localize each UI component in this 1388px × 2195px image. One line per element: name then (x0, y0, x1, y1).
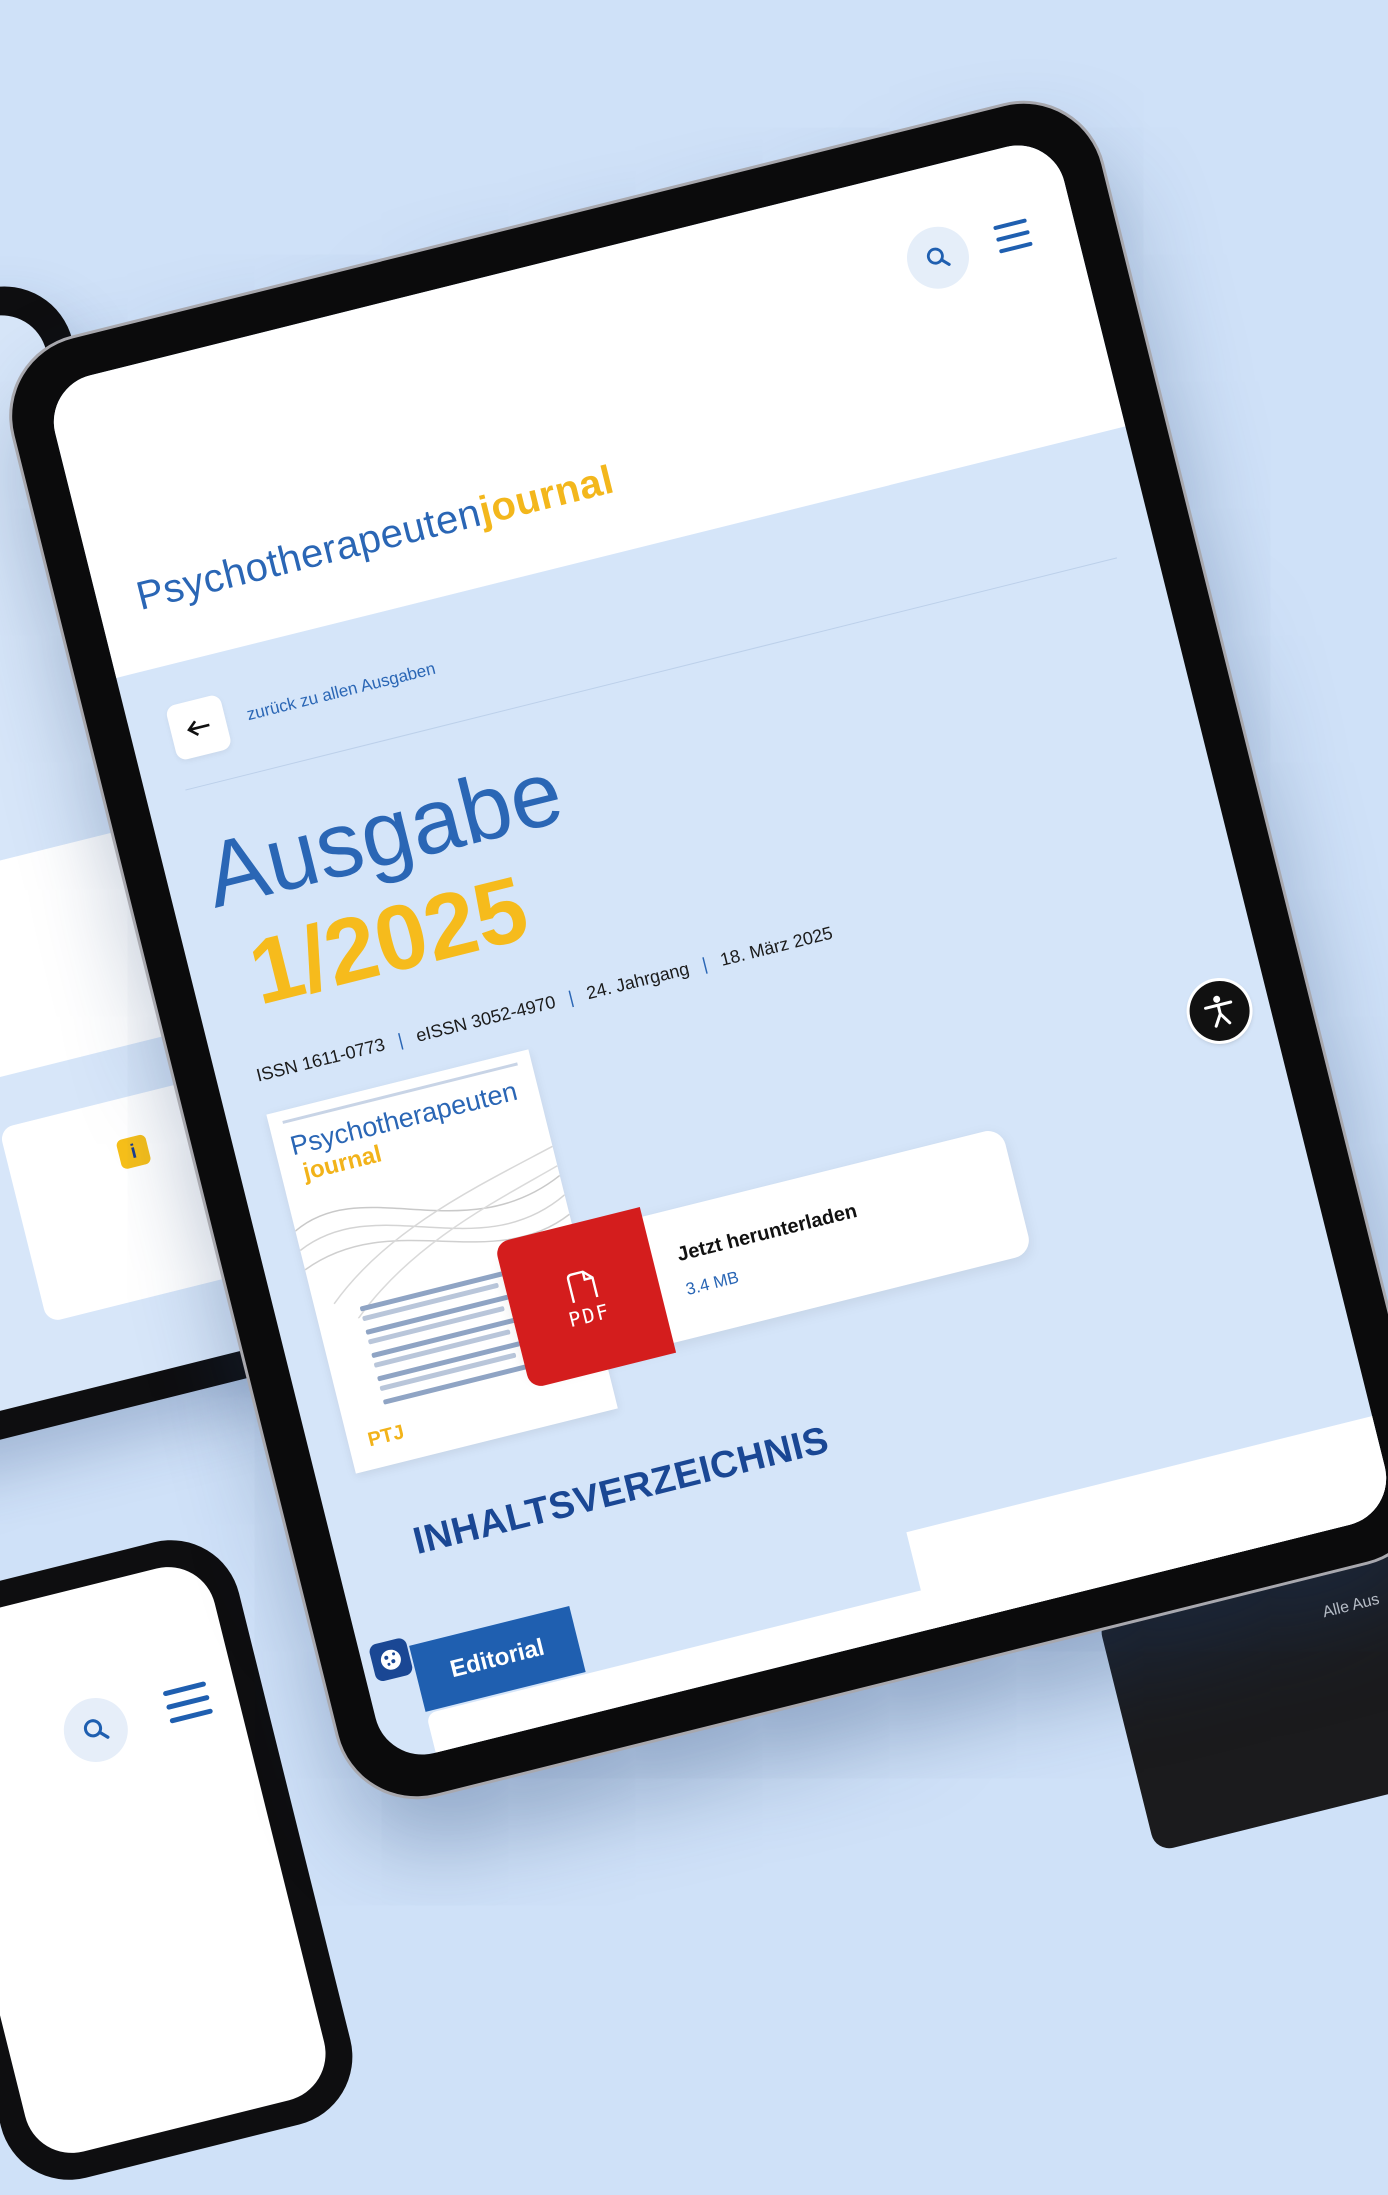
search-icon (926, 247, 951, 266)
accessibility-icon (1204, 995, 1233, 1028)
meta-separator: | (395, 1029, 406, 1051)
laptop-text: Alle Aus (1320, 1590, 1382, 1622)
cover-ptj-label: PTJ (365, 1421, 407, 1452)
back-button[interactable] (164, 693, 233, 762)
article-title[interactable]: Editorial (475, 1722, 567, 1765)
search-button[interactable] (900, 220, 976, 296)
tablet-screen: Psychotherapeutenjournal zurück zu allen… (43, 135, 1388, 1765)
hamburger-menu-icon (160, 1672, 215, 1732)
logo-text-part2: journal (474, 457, 619, 534)
accessibility-button[interactable] (1183, 974, 1256, 1048)
back-link[interactable]: zurück zu allen Ausgaben (164, 641, 442, 762)
eissn-text: eISSN 3052-4970 (413, 991, 558, 1046)
article-authors: Jörg Hermann & Holger Grotjohann (Nieder… (486, 1710, 808, 1765)
arrow-left-icon (187, 720, 210, 736)
download-title[interactable]: Jetzt herunterladen (675, 1200, 860, 1267)
back-link-label[interactable]: zurück zu allen Ausgaben (245, 659, 438, 725)
download-size: 3.4 MB (683, 1267, 741, 1299)
volume-text: 24. Jahrgang (584, 958, 692, 1004)
download-card[interactable]: PDF Jetzt herunterladen 3.4 MB (494, 1127, 1033, 1389)
date-text: 18. März 2025 (718, 922, 835, 970)
search-icon (57, 1691, 135, 1769)
cookie-icon (380, 1649, 401, 1670)
meta-separator: | (566, 987, 576, 1008)
hamburger-menu-icon[interactable] (991, 210, 1035, 261)
meta-separator: | (699, 953, 710, 975)
cookie-settings-button[interactable] (367, 1636, 414, 1683)
background-tablet-bottom-screen (0, 1556, 336, 2164)
issn-text: ISSN 1611-0773 (254, 1034, 387, 1086)
